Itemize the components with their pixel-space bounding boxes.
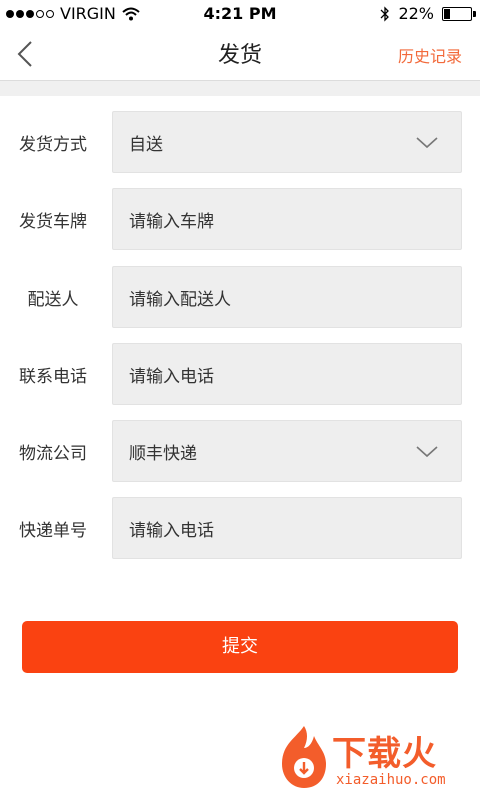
plate-placeholder: 请输入车牌: [129, 212, 214, 232]
status-right: 22%: [380, 4, 476, 23]
form-row-courier: 配送人 请输入配送人: [0, 266, 480, 330]
phone-label: 联系电话: [19, 367, 87, 387]
courier-input[interactable]: 请输入配送人: [112, 266, 462, 328]
form-row-tracking: 快递单号 请输入电话: [0, 497, 480, 561]
status-bar: VIRGIN 4:21 PM 22%: [0, 0, 480, 28]
form-row-logistics: 物流公司 顺丰快递: [0, 420, 480, 484]
battery-level: [444, 8, 450, 19]
tracking-placeholder: 请输入电话: [129, 521, 214, 541]
nav-bar: 发货 历史记录: [0, 28, 480, 80]
tracking-input[interactable]: 请输入电话: [112, 497, 462, 559]
watermark-logo: 下载火 xiazaihuo.com: [274, 724, 474, 794]
form-row-plate: 发货车牌 请输入车牌: [0, 188, 480, 252]
chevron-down-icon: [416, 446, 438, 458]
courier-label: 配送人: [27, 290, 79, 310]
courier-placeholder: 请输入配送人: [129, 290, 231, 310]
submit-button[interactable]: 提交: [22, 621, 458, 673]
phone-input[interactable]: 请输入电话: [112, 343, 462, 405]
logistics-label: 物流公司: [19, 444, 87, 464]
ship-method-select[interactable]: 自送: [112, 111, 462, 173]
bluetooth-icon: [380, 5, 390, 22]
flame-logo-icon: [282, 726, 326, 788]
form-row-phone: 联系电话 请输入电话: [0, 343, 480, 407]
form-row-ship-method: 发货方式 自送: [0, 111, 480, 175]
logistics-value: 顺丰快递: [129, 444, 197, 464]
ship-method-label: 发货方式: [19, 135, 87, 155]
ship-method-value: 自送: [129, 135, 163, 155]
plate-label: 发货车牌: [19, 212, 87, 232]
history-button[interactable]: 历史记录: [398, 43, 462, 67]
battery-icon: [442, 6, 476, 21]
phone-placeholder: 请输入电话: [129, 367, 214, 387]
watermark-url: xiazaihuo.com: [336, 772, 446, 788]
battery-percent: 22%: [398, 4, 434, 23]
chevron-down-icon: [416, 137, 438, 149]
header-divider: [0, 80, 480, 96]
watermark-title: 下载火: [332, 734, 437, 774]
logistics-select[interactable]: 顺丰快递: [112, 420, 462, 482]
tracking-label: 快递单号: [19, 521, 87, 541]
plate-input[interactable]: 请输入车牌: [112, 188, 462, 250]
